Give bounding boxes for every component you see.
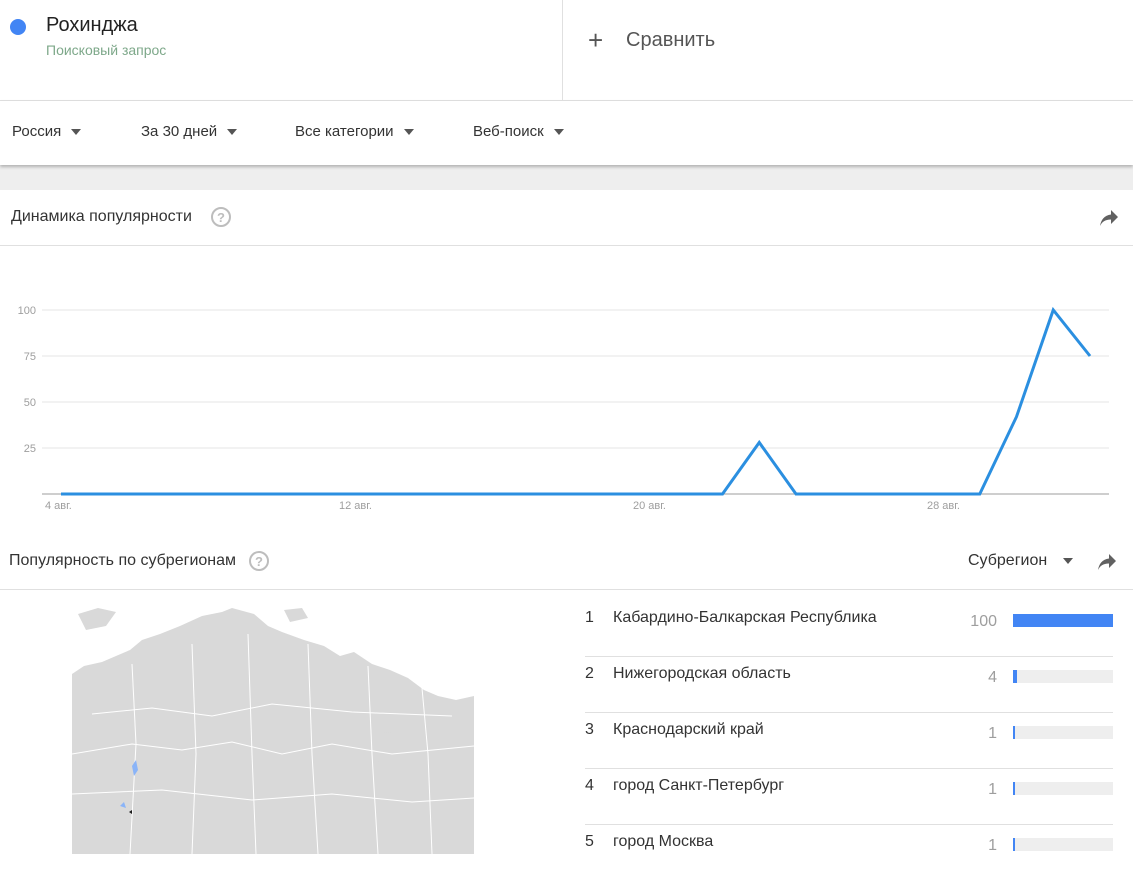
filter-label: Россия xyxy=(12,123,62,140)
x-tick-label: 28 авг. xyxy=(927,500,960,512)
region-bar-fill xyxy=(1013,614,1113,627)
share-arrow-icon[interactable] xyxy=(1099,209,1119,227)
x-tick-label: 20 авг. xyxy=(633,500,666,512)
help-circle-icon[interactable]: ? xyxy=(211,207,231,227)
help-circle-icon[interactable]: ? xyxy=(249,551,269,571)
region-name[interactable]: город Москва xyxy=(613,833,713,851)
filter-time-dropdown[interactable]: За 30 дней xyxy=(141,123,238,140)
region-row-5[interactable]: 5 город Москва 1 xyxy=(585,825,1113,869)
plus-icon: + xyxy=(588,25,604,55)
section-divider xyxy=(0,245,1133,246)
region-value: 1 xyxy=(988,725,997,742)
search-term-card[interactable]: Рохинджа Поисковый запрос xyxy=(0,0,563,100)
region-value: 100 xyxy=(970,613,997,630)
region-bar-fill xyxy=(1013,670,1017,683)
interest-over-time-title: Динамика популярности xyxy=(11,208,192,225)
filter-bar: Россия За 30 дней Все категории Веб-поис… xyxy=(0,101,1133,165)
region-row-3[interactable]: 3 Краснодарский край 1 xyxy=(585,713,1113,769)
region-name[interactable]: Кабардино-Балкарская Республика xyxy=(613,609,877,627)
region-bar-track xyxy=(1013,614,1113,627)
region-bar-track xyxy=(1013,670,1113,683)
region-row-4[interactable]: 4 город Санкт-Петербург 1 xyxy=(585,769,1113,825)
region-bar-track xyxy=(1013,726,1113,739)
region-rank: 1 xyxy=(585,609,594,626)
subregion-dropdown[interactable]: Субрегион xyxy=(968,552,1074,570)
region-bar-track xyxy=(1013,838,1113,851)
chart-grid xyxy=(42,309,1109,495)
caret-down-icon xyxy=(227,128,238,135)
region-bar-fill xyxy=(1013,726,1015,739)
search-term-type: Поисковый запрос xyxy=(46,42,167,58)
y-tick-label: 100 xyxy=(18,305,36,317)
section-divider xyxy=(0,589,1133,590)
search-term-header: Рохинджа Поисковый запрос + Сравнить xyxy=(0,0,1133,101)
region-rank: 2 xyxy=(585,665,594,682)
chart-y-ticks: 25 50 75 100 xyxy=(18,305,36,455)
y-tick-label: 75 xyxy=(24,351,36,363)
filter-label: Веб-поиск xyxy=(473,123,544,140)
region-name[interactable]: Нижегородская область xyxy=(613,665,791,683)
y-tick-label: 25 xyxy=(24,443,36,455)
region-value: 1 xyxy=(988,781,997,798)
interest-by-subregion-title: Популярность по субрегионам xyxy=(9,552,237,569)
region-rank: 5 xyxy=(585,833,594,850)
region-value: 4 xyxy=(988,669,997,686)
y-tick-label: 50 xyxy=(24,397,36,409)
filter-search-type-dropdown[interactable]: Веб-поиск xyxy=(473,123,564,140)
filter-label: За 30 дней xyxy=(141,123,218,140)
filter-category-dropdown[interactable]: Все категории xyxy=(295,123,414,140)
x-tick-label: 4 авг. xyxy=(45,500,72,512)
region-rank: 3 xyxy=(585,721,594,738)
share-arrow-icon[interactable] xyxy=(1097,553,1117,571)
region-rank: 4 xyxy=(585,777,594,794)
caret-down-icon xyxy=(1063,558,1074,564)
region-name[interactable]: город Санкт-Петербург xyxy=(613,777,784,795)
region-bar-fill xyxy=(1013,782,1015,795)
subregion-dropdown-label: Субрегион xyxy=(968,552,1048,569)
region-row-2[interactable]: 2 Нижегородская область 4 xyxy=(585,657,1113,713)
region-value: 1 xyxy=(988,837,997,854)
caret-down-icon xyxy=(71,128,82,135)
chart-x-ticks: 4 авг. 12 авг. 20 авг. 28 авг. xyxy=(45,500,960,512)
series-color-dot xyxy=(10,19,26,35)
region-bar-track xyxy=(1013,782,1113,795)
region-name[interactable]: Краснодарский край xyxy=(613,721,764,739)
russia-region-map[interactable] xyxy=(72,604,474,854)
filter-label: Все категории xyxy=(295,123,394,140)
caret-down-icon xyxy=(553,128,564,135)
interest-over-time-chart: 25 50 75 100 4 авг. 12 авг. 20 авг. 28 авг. xyxy=(18,305,1109,512)
section-separator-band xyxy=(0,165,1133,190)
region-row-1[interactable]: 1 Кабардино-Балкарская Республика 100 xyxy=(585,601,1113,657)
search-term-name[interactable]: Рохинджа xyxy=(46,14,138,37)
caret-down-icon xyxy=(403,128,414,135)
region-bar-fill xyxy=(1013,838,1015,851)
filter-region-dropdown[interactable]: Россия xyxy=(12,123,82,140)
x-tick-label: 12 авг. xyxy=(339,500,372,512)
compare-label: Сравнить xyxy=(626,28,716,51)
compare-button[interactable]: + Сравнить xyxy=(588,26,715,54)
